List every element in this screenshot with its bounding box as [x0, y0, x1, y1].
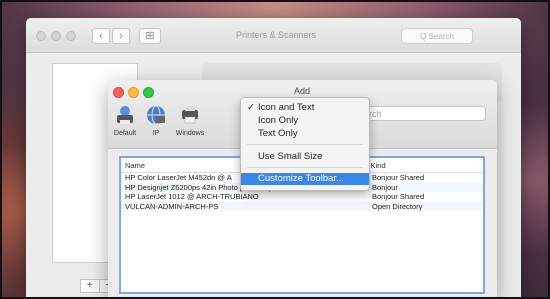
printer-name: VULCAN-ADMIN-ARCH-PS [125, 201, 219, 211]
close-button-inactive[interactable] [36, 31, 46, 41]
toolbar-ip-label: IP [152, 130, 160, 137]
toolbar-default-label: Default [113, 130, 137, 137]
globe-icon [147, 105, 165, 125]
minimize-button-inactive[interactable] [51, 31, 61, 41]
menu-separator [247, 167, 363, 168]
add-printer-button[interactable]: + [81, 280, 100, 292]
menu-item-label: Icon and Text [258, 102, 315, 113]
toolbar-windows-label: Windows [175, 130, 205, 137]
printer-kind: Bonjour Shared [372, 192, 425, 201]
printer-kind: Bonjour Shared [372, 173, 425, 182]
forward-button[interactable]: › [112, 28, 130, 44]
table-row[interactable]: HP LaserJet 1012 @ ARCH-TRUBIANO Bonjour… [121, 192, 483, 202]
column-header-name[interactable]: Name [125, 161, 145, 170]
toolbar-ip-button[interactable]: IP [145, 104, 167, 137]
back-button[interactable]: ‹ [92, 28, 110, 44]
main-titlebar: ‹ › ⊞ Printers & Scanners Q Search [26, 18, 521, 53]
menu-item-icon-only[interactable]: Icon Only [241, 115, 369, 127]
windows-printer-icon [182, 106, 198, 124]
menu-item-customize-toolbar[interactable]: Customize Toolbar... [241, 173, 369, 185]
toolbar-context-menu: ✓ Icon and Text Icon Only Text Only Use … [240, 97, 370, 191]
menu-item-label: Icon Only [258, 115, 299, 126]
toolbar-windows-button[interactable]: Windows [172, 104, 208, 137]
kind-header-label: Kind [370, 161, 386, 170]
checkmark-icon: ✓ [247, 102, 255, 113]
window-title: Printers & Scanners [236, 30, 317, 40]
table-row[interactable]: VULCAN-ADMIN-ARCH-PS Open Directory [121, 201, 483, 211]
menu-item-label: Use Small Size [258, 151, 323, 162]
printer-name: HP Color LaserJet M452dn @ A [125, 173, 232, 182]
show-all-button[interactable]: ⊞ [139, 28, 161, 44]
menu-item-use-small-size[interactable]: Use Small Size [241, 151, 369, 163]
minimize-button[interactable] [128, 87, 139, 98]
printer-name: HP LaserJet 1012 @ ARCH-TRUBIANO [125, 192, 259, 201]
dialog-title: Add [294, 86, 311, 96]
zoom-button-inactive[interactable] [66, 31, 76, 41]
printer-kind: Open Directory [372, 201, 423, 211]
menu-separator [247, 144, 363, 145]
menu-item-label: Customize Toolbar... [258, 173, 344, 184]
printer-kind: Bonjour [372, 182, 398, 192]
menu-item-text-only[interactable]: Text Only [241, 128, 369, 140]
printer-icon [117, 106, 133, 124]
close-button[interactable] [113, 87, 124, 98]
menu-item-label: Text Only [258, 128, 298, 139]
toolbar-default-button[interactable]: Default [108, 101, 142, 139]
search-field[interactable]: Q Search [401, 28, 473, 44]
menu-item-icon-and-text[interactable]: ✓ Icon and Text [241, 102, 369, 114]
zoom-button[interactable] [143, 87, 154, 98]
